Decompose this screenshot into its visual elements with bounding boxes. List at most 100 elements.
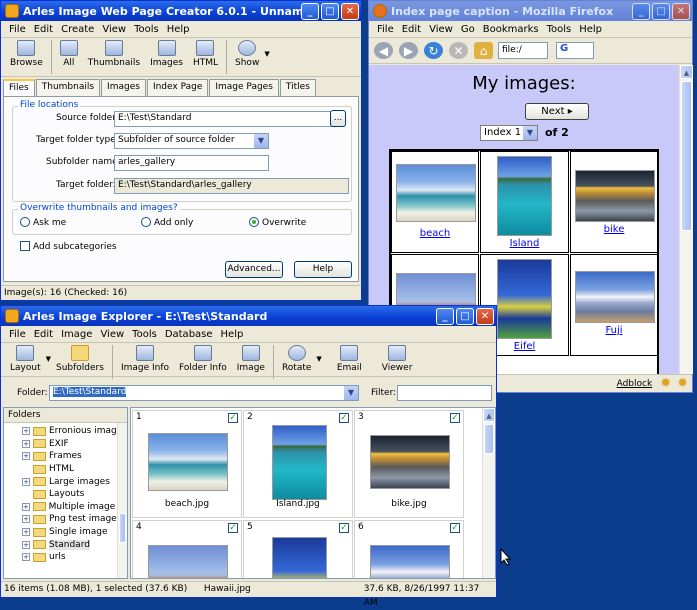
tree-item[interactable]: + Png test images	[22, 513, 127, 526]
layout-button[interactable]: Layout	[5, 345, 46, 373]
firefox-scrollbar[interactable]: ▲	[679, 65, 693, 374]
tab-image-pages[interactable]: Image Pages	[209, 79, 279, 96]
expand-icon[interactable]: +	[22, 540, 30, 549]
index-select[interactable]: Index 1 ▼	[480, 125, 538, 141]
thumbnails-button[interactable]: Thumbnails	[83, 40, 145, 68]
explorer-titlebar[interactable]: Arles Image Explorer - E:\Test\Standard …	[1, 306, 496, 326]
check-icon[interactable]: ✓	[339, 413, 349, 423]
browse-button[interactable]: Browse	[5, 40, 48, 68]
scroll-thumb[interactable]	[119, 513, 126, 543]
thumbnail-cell-2[interactable]: 2 ✓ Island.jpg	[243, 410, 353, 518]
menu-edit[interactable]: Edit	[30, 329, 57, 340]
expand-icon[interactable]: +	[22, 528, 30, 537]
close-button[interactable]: ✕	[672, 2, 690, 20]
thumbnail-cell-1[interactable]: 1 ✓ beach.jpg	[132, 410, 242, 518]
gallery-link-fuji[interactable]: Fuji	[571, 325, 657, 336]
subfolder-input[interactable]: arles_gallery	[114, 155, 269, 171]
check-icon[interactable]: ✓	[450, 523, 460, 533]
tree-item-selected[interactable]: + Standard	[22, 538, 127, 551]
expand-icon[interactable]: +	[22, 439, 30, 448]
url-bar[interactable]: file:/	[498, 42, 548, 59]
all-button[interactable]: All	[55, 40, 83, 68]
search-box[interactable]: G	[556, 42, 594, 59]
subfolders-button[interactable]: Subfolders	[51, 345, 109, 373]
menu-image[interactable]: Image	[57, 329, 96, 340]
thumbnail-cell-4[interactable]: 4 ✓	[132, 520, 242, 578]
firefox-titlebar[interactable]: Index page caption - Mozilla Firefox _ □…	[369, 1, 692, 21]
next-button[interactable]: Next ▸	[525, 103, 589, 120]
target-type-select[interactable]: Subfolder of source folder ▼	[114, 133, 269, 149]
close-button[interactable]: ✕	[341, 2, 359, 20]
folder-info-button[interactable]: Folder Info	[174, 345, 232, 373]
advanced-button[interactable]: Advanced...	[225, 261, 283, 278]
sun-icon[interactable]: ✹	[660, 376, 671, 391]
gallery-image-beach[interactable]	[396, 164, 476, 222]
gallery-link-beach[interactable]: beach	[392, 228, 478, 239]
add-subcategories-checkbox[interactable]: Add subcategories	[20, 241, 117, 252]
back-icon[interactable]: ◀	[374, 42, 393, 59]
folders-scrollbar[interactable]	[117, 423, 127, 578]
thumbnail-cell-5[interactable]: 5 ✓	[243, 520, 353, 578]
gallery-image-bike[interactable]	[575, 170, 655, 222]
radio-add-only[interactable]: Add only	[141, 217, 193, 228]
sun-icon[interactable]: ✹	[677, 376, 688, 391]
show-button[interactable]: Show	[230, 40, 264, 68]
tab-titles[interactable]: Titles	[279, 79, 316, 96]
tree-item[interactable]: + Multiple image ty	[22, 501, 127, 514]
thumbnail-cell-3[interactable]: 3 ✓ bike.jpg	[354, 410, 464, 518]
chevron-down-icon[interactable]: ▼	[264, 50, 269, 58]
menu-tools[interactable]: Tools	[128, 329, 161, 340]
gallery-image-eifel[interactable]	[497, 259, 552, 339]
expand-icon[interactable]: +	[22, 477, 30, 486]
thumbnail-scrollbar[interactable]: ▲	[482, 408, 495, 578]
maximize-button[interactable]: □	[321, 2, 339, 20]
creator-titlebar[interactable]: Arles Image Web Page Creator 6.0.1 - Unn…	[1, 1, 361, 21]
menu-help[interactable]: Help	[163, 24, 194, 35]
menu-edit[interactable]: Edit	[398, 24, 425, 35]
minimize-button[interactable]: _	[632, 2, 650, 20]
menu-view[interactable]: View	[425, 24, 457, 35]
expand-icon[interactable]: +	[22, 427, 30, 436]
gallery-image-island[interactable]	[497, 156, 552, 236]
tree-item[interactable]: + Single image	[22, 526, 127, 539]
scroll-thumb[interactable]	[681, 81, 692, 231]
minimize-button[interactable]: _	[436, 307, 454, 325]
check-icon[interactable]: ✓	[228, 413, 238, 423]
tab-index-page[interactable]: Index Page	[146, 79, 209, 96]
menu-create[interactable]: Create	[57, 24, 98, 35]
radio-overwrite[interactable]: Overwrite	[249, 217, 306, 228]
gallery-link-bike[interactable]: bike	[571, 224, 657, 235]
email-button[interactable]: Email	[332, 345, 367, 373]
folder-input[interactable]: E:\Test\Standard ▼	[49, 385, 359, 401]
images-button[interactable]: Images	[145, 40, 188, 68]
viewer-button[interactable]: Viewer	[377, 345, 418, 373]
tree-item[interactable]: + EXIF	[22, 438, 127, 451]
menu-view[interactable]: View	[96, 329, 128, 340]
menu-bookmarks[interactable]: Bookmarks	[479, 24, 543, 35]
stop-icon[interactable]: ✕	[449, 42, 468, 59]
menu-tools[interactable]: Tools	[543, 24, 576, 35]
source-folder-input[interactable]: E:\Test\Standard	[114, 111, 340, 127]
reload-icon[interactable]: ↻	[424, 42, 443, 59]
tree-item[interactable]: + urls	[22, 551, 127, 564]
menu-file[interactable]: File	[5, 329, 30, 340]
html-button[interactable]: HTML	[188, 40, 223, 68]
minimize-button[interactable]: _	[301, 2, 319, 20]
close-button[interactable]: ✕	[476, 307, 494, 325]
scroll-up-icon[interactable]: ▲	[483, 408, 495, 422]
maximize-button[interactable]: □	[652, 2, 670, 20]
tree-item[interactable]: + Erronious image	[22, 425, 127, 438]
chevron-down-icon[interactable]: ▼	[316, 355, 321, 363]
help-button[interactable]: Help	[294, 261, 352, 278]
thumbnail-cell-6[interactable]: 6 ✓	[354, 520, 464, 578]
tree-item[interactable]: Layouts	[22, 488, 127, 501]
radio-ask-me[interactable]: Ask me	[20, 217, 66, 228]
menu-database[interactable]: Database	[161, 329, 217, 340]
menu-edit[interactable]: Edit	[30, 24, 57, 35]
menu-help[interactable]: Help	[217, 329, 248, 340]
check-icon[interactable]: ✓	[228, 523, 238, 533]
image-info-button[interactable]: Image Info	[116, 345, 174, 373]
menu-help[interactable]: Help	[575, 24, 606, 35]
menu-file[interactable]: File	[373, 24, 398, 35]
adblock-link[interactable]: Adblock	[617, 377, 653, 391]
